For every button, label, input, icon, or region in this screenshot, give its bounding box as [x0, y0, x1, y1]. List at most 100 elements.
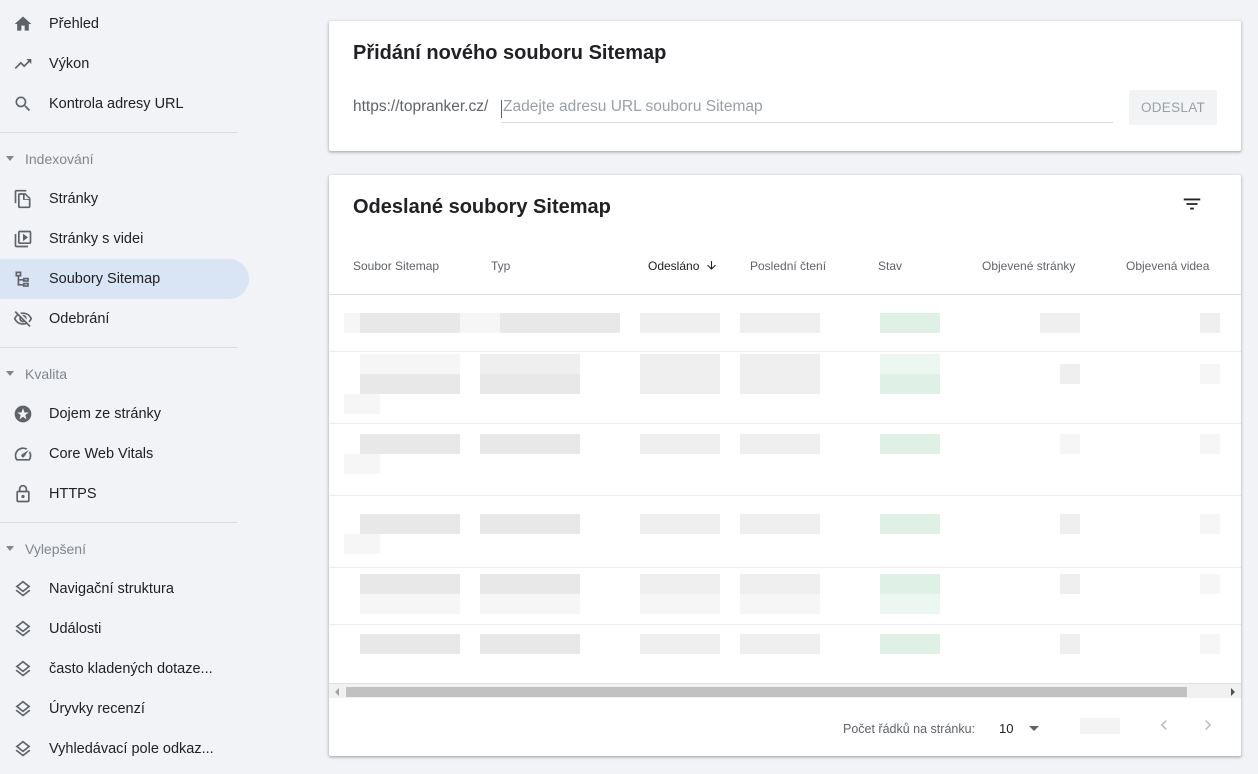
column-header-status[interactable]: Stav [878, 259, 902, 273]
column-header-sitemap[interactable]: Soubor Sitemap [353, 259, 439, 273]
arrow-down-icon [705, 259, 718, 275]
redacted-cell [640, 354, 720, 374]
status-cell [880, 634, 940, 654]
scrollbar-thumb[interactable] [346, 687, 1187, 697]
submit-sitemap-button[interactable]: ODESLAT [1129, 90, 1217, 125]
sidebar-item-https[interactable]: HTTPS [0, 474, 249, 514]
eye-off-icon [13, 309, 33, 329]
section-enhancements-toggle[interactable]: Vylepšení [0, 534, 240, 564]
sidebar-item-review-snippets[interactable]: Úryvky recenzí [0, 689, 249, 729]
chevron-left-icon [1154, 715, 1174, 740]
table-row[interactable] [329, 568, 1241, 625]
redacted-cell [360, 594, 460, 614]
video-pages-icon [13, 229, 33, 249]
redacted-cell [740, 313, 820, 333]
redacted-cell [344, 313, 360, 333]
table-row[interactable] [329, 295, 1241, 352]
sidebar-item-url-inspection[interactable]: Kontrola adresy URL [0, 84, 249, 124]
chevron-down-icon [6, 156, 14, 161]
redacted-cell [640, 514, 720, 534]
status-cell [880, 574, 940, 594]
sidebar-item-sitemaps[interactable]: Soubory Sitemap [0, 259, 249, 299]
add-sitemap-card: Přidání nového souboru Sitemap https://t… [329, 21, 1241, 151]
scroll-left-icon[interactable] [335, 688, 339, 696]
rows-per-page-select[interactable]: 10 [999, 715, 1045, 741]
sidebar-item-faq[interactable]: často kladených dotaze... [0, 649, 249, 689]
table-row[interactable] [329, 424, 1241, 496]
redacted-cell [1060, 514, 1080, 534]
redacted-cell [640, 434, 720, 454]
redacted-cell [344, 534, 380, 554]
url-prefix: https://topranker.cz/ [353, 98, 489, 115]
sidebar-item-label: Úryvky recenzí [49, 701, 145, 717]
redacted-cell [480, 634, 580, 654]
redacted-cell [480, 434, 580, 454]
column-header-submitted[interactable]: Odesláno [648, 259, 718, 275]
layers-icon [13, 619, 33, 639]
chevron-right-icon [1198, 715, 1218, 740]
sidebar-item-label: Události [49, 621, 102, 637]
sidebar-item-label: Vyhledávací pole odkaz... [49, 741, 214, 757]
redacted-cell [480, 354, 580, 374]
horizontal-scrollbar[interactable] [329, 683, 1241, 698]
redacted-cell [360, 634, 460, 654]
sidebar: Přehled Výkon Kontrola adresy URL Indexo… [0, 0, 250, 774]
redacted-cell [1200, 364, 1220, 384]
status-cell [880, 434, 940, 454]
submitted-sitemaps-title: Odeslané soubory Sitemap [353, 196, 611, 218]
sidebar-item-label: Přehled [49, 16, 99, 32]
chevron-down-icon [6, 546, 14, 551]
status-cell [880, 313, 940, 333]
redacted-cell [740, 514, 820, 534]
redacted-cell [480, 374, 580, 394]
table-row[interactable] [329, 625, 1241, 682]
column-header-discovered-videos[interactable]: Objevená videa [1126, 259, 1209, 273]
sidebar-item-breadcrumbs[interactable]: Navigační struktura [0, 569, 249, 609]
sidebar-item-label: Core Web Vitals [49, 446, 154, 462]
sidebar-item-label: Stránky s videi [49, 231, 144, 247]
next-page-button[interactable] [1196, 715, 1220, 739]
sidebar-item-overview[interactable]: Přehled [0, 4, 249, 44]
redacted-cell [1060, 434, 1080, 454]
table-row[interactable] [329, 352, 1241, 424]
sidebar-item-label: Výkon [49, 56, 90, 72]
table-row[interactable] [329, 496, 1241, 568]
redacted-cell [460, 313, 500, 333]
sidebar-item-performance[interactable]: Výkon [0, 44, 249, 84]
sidebar-item-label: Kontrola adresy URL [49, 96, 184, 112]
sidebar-item-video-pages[interactable]: Stránky s videi [0, 219, 249, 259]
sidebar-item-pages[interactable]: Stránky [0, 179, 249, 219]
sitemap-url-input[interactable] [501, 91, 1113, 123]
column-header-last-read[interactable]: Poslední čtení [750, 259, 826, 273]
sidebar-item-page-experience[interactable]: Dojem ze stránky [0, 394, 249, 434]
sidebar-item-label: Stránky [49, 191, 99, 207]
status-cell [880, 594, 940, 614]
redacted-cell [640, 313, 720, 333]
column-header-discovered-pages[interactable]: Objevené stránky [982, 259, 1075, 273]
gauge-icon [13, 444, 33, 464]
layers-icon [13, 739, 33, 759]
sidebar-item-sitelinks-searchbox[interactable]: Vyhledávací pole odkaz... [0, 729, 249, 769]
column-header-type[interactable]: Typ [491, 259, 510, 273]
previous-page-button[interactable] [1152, 715, 1176, 739]
section-quality-toggle[interactable]: Kvalita [0, 359, 240, 389]
sidebar-item-removals[interactable]: Odebrání [0, 299, 249, 339]
section-indexing-toggle[interactable]: Indexování [0, 144, 240, 174]
redacted-cell [360, 574, 460, 594]
redacted-cell [480, 574, 580, 594]
sidebar-item-label: Soubory Sitemap [49, 271, 161, 287]
filter-button[interactable] [1179, 193, 1205, 219]
redacted-cell [740, 594, 820, 614]
redacted-cell [740, 434, 820, 454]
sidebar-item-label: HTTPS [49, 486, 97, 502]
redacted-cell [360, 434, 460, 454]
redacted-cell [1200, 634, 1220, 654]
redacted-cell [344, 394, 380, 414]
scroll-right-icon[interactable] [1231, 688, 1235, 696]
redacted-cell [1060, 634, 1080, 654]
redacted-cell [740, 574, 820, 594]
redacted-cell [500, 313, 620, 333]
sidebar-item-core-web-vitals[interactable]: Core Web Vitals [0, 434, 249, 474]
sidebar-item-events[interactable]: Události [0, 609, 249, 649]
redacted-cell [640, 374, 720, 394]
